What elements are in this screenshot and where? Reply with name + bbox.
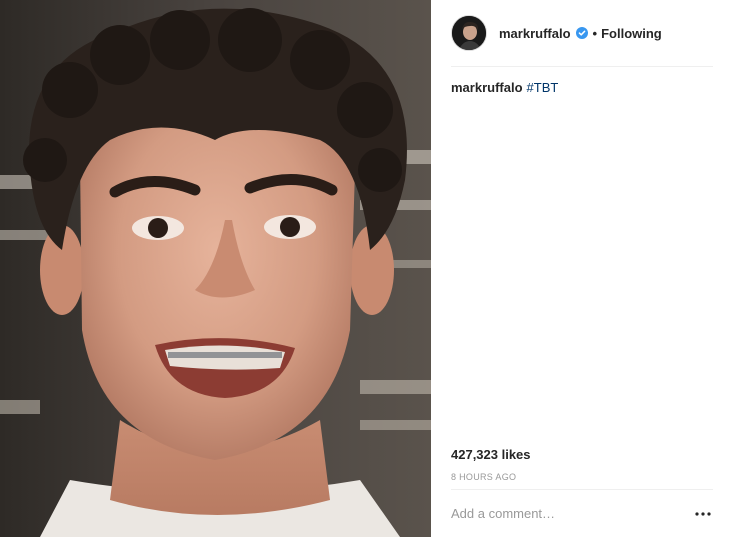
post-header: markruffalo • Following <box>451 0 713 67</box>
following-button[interactable]: Following <box>601 26 662 41</box>
header-username[interactable]: markruffalo <box>499 26 571 41</box>
post-side-panel: markruffalo • Following markruffalo #TBT … <box>431 0 729 537</box>
likes-count[interactable]: 427,323 likes <box>451 447 531 462</box>
caption-username[interactable]: markruffalo <box>451 80 523 95</box>
more-options-button[interactable] <box>691 502 715 526</box>
post-photo[interactable] <box>0 0 431 537</box>
comment-input[interactable] <box>451 506 691 521</box>
post-container: markruffalo • Following markruffalo #TBT … <box>0 0 729 537</box>
post-timestamp[interactable]: 8 HOURS AGO <box>451 472 516 482</box>
verified-badge-icon <box>575 27 588 39</box>
avatar[interactable] <box>451 15 487 51</box>
hashtag-link[interactable]: #TBT <box>527 80 559 95</box>
comment-bar <box>451 489 713 537</box>
post-caption: markruffalo #TBT <box>451 79 558 97</box>
header-separator: • <box>592 25 598 41</box>
portrait-image <box>0 0 431 537</box>
more-options-icon <box>695 511 711 516</box>
avatar-image <box>452 16 486 50</box>
